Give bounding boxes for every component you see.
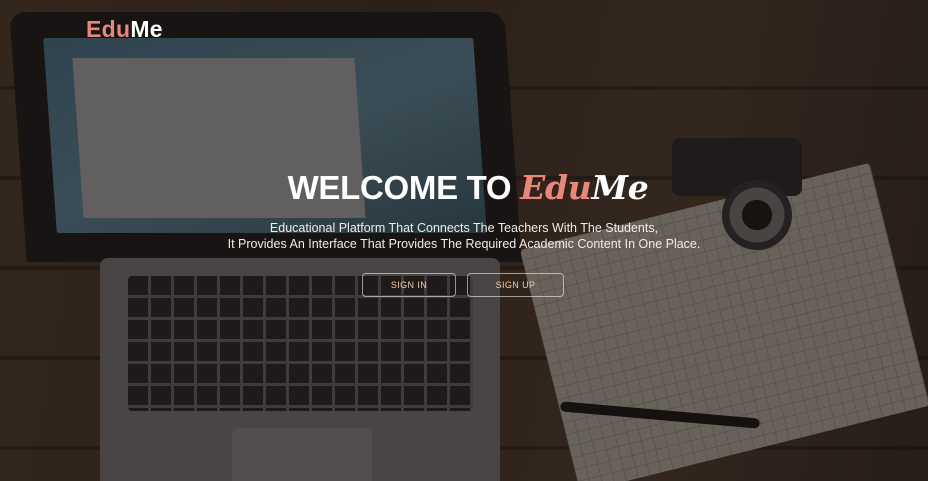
headline-brand: EduMe [520,168,649,207]
hero-content: WELCOME TO EduMe Educational Platform Th… [0,168,928,252]
headline-brand-suffix: Me [591,168,649,207]
sign-up-button[interactable]: SIGN UP [467,273,564,297]
tagline: Educational Platform That Connects The T… [0,220,928,252]
logo-prefix: Edu [86,16,131,42]
page-title: WELCOME TO EduMe [0,168,928,208]
sign-in-button[interactable]: SIGN IN [362,273,456,297]
hero-section: EduMe WELCOME TO EduMe Educational Platf… [0,0,928,481]
headline-brand-prefix: Edu [520,168,592,207]
headline-prefix: WELCOME TO [287,169,521,206]
tagline-line-1: Educational Platform That Connects The T… [269,221,659,235]
hero-actions: SIGN IN SIGN UP [362,273,564,297]
tagline-line-2: It Provides An Interface That Provides T… [227,237,701,251]
logo-suffix: Me [130,16,163,42]
site-logo[interactable]: EduMe [86,16,163,43]
